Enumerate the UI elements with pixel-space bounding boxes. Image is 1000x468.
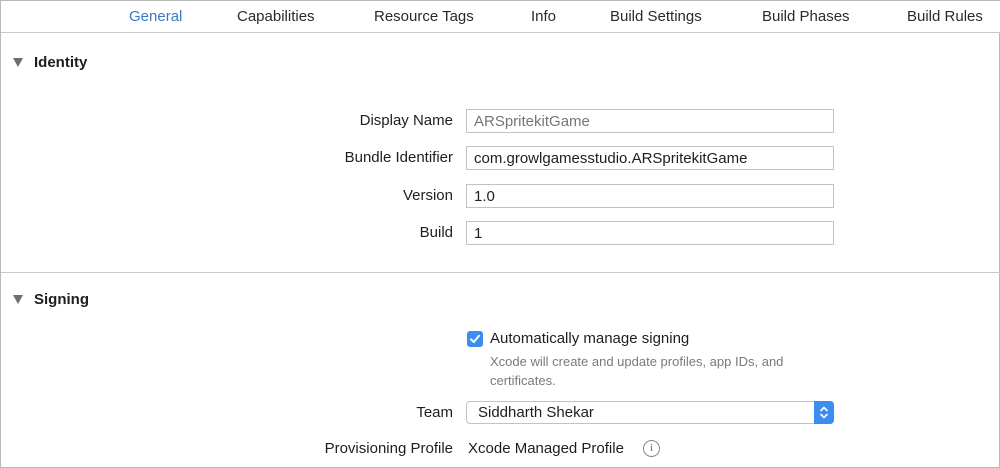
auto-manage-signing-checkbox[interactable]: [467, 331, 483, 347]
project-settings-panel: General Capabilities Resource Tags Info …: [0, 0, 1000, 468]
tab-resource-tags[interactable]: Resource Tags: [374, 8, 474, 25]
section-divider: [1, 272, 1000, 273]
signing-section-title: Signing: [34, 291, 89, 308]
version-label: Version: [402, 187, 453, 204]
disclosure-triangle-down-icon[interactable]: [13, 295, 23, 304]
team-select[interactable]: Siddharth Shekar: [466, 401, 834, 424]
up-down-chevron-icon: [814, 401, 834, 424]
identity-section-header: Identity: [1, 51, 1000, 75]
tab-bar: General Capabilities Resource Tags Info …: [1, 1, 1000, 33]
team-label: Team: [416, 404, 453, 421]
auto-manage-signing-label[interactable]: Automatically manage signing: [490, 330, 689, 347]
tab-build-settings[interactable]: Build Settings: [610, 8, 702, 25]
disclosure-triangle-down-icon[interactable]: [13, 58, 23, 67]
build-field[interactable]: [466, 221, 834, 245]
version-field[interactable]: [466, 184, 834, 208]
checkmark-icon: [470, 334, 480, 343]
signing-section-header: Signing: [1, 288, 1000, 312]
signing-helper-text: Xcode will create and update profiles, a…: [490, 354, 784, 388]
tab-general[interactable]: General: [129, 8, 182, 25]
build-label: Build: [419, 224, 453, 241]
tab-info[interactable]: Info: [531, 8, 556, 25]
team-select-value: Siddharth Shekar: [478, 404, 594, 421]
identity-section-title: Identity: [34, 54, 88, 71]
bundle-identifier-label: Bundle Identifier: [344, 149, 453, 166]
tab-capabilities[interactable]: Capabilities: [237, 8, 315, 25]
tab-build-rules[interactable]: Build Rules: [907, 8, 983, 25]
display-name-label: Display Name: [359, 112, 453, 129]
info-circle-icon[interactable]: i: [643, 440, 660, 457]
tab-build-phases[interactable]: Build Phases: [762, 8, 850, 25]
bundle-identifier-field[interactable]: [466, 146, 834, 170]
provisioning-profile-value: Xcode Managed Profile: [468, 440, 624, 457]
display-name-field[interactable]: [466, 109, 834, 133]
provisioning-profile-label: Provisioning Profile: [324, 440, 453, 457]
